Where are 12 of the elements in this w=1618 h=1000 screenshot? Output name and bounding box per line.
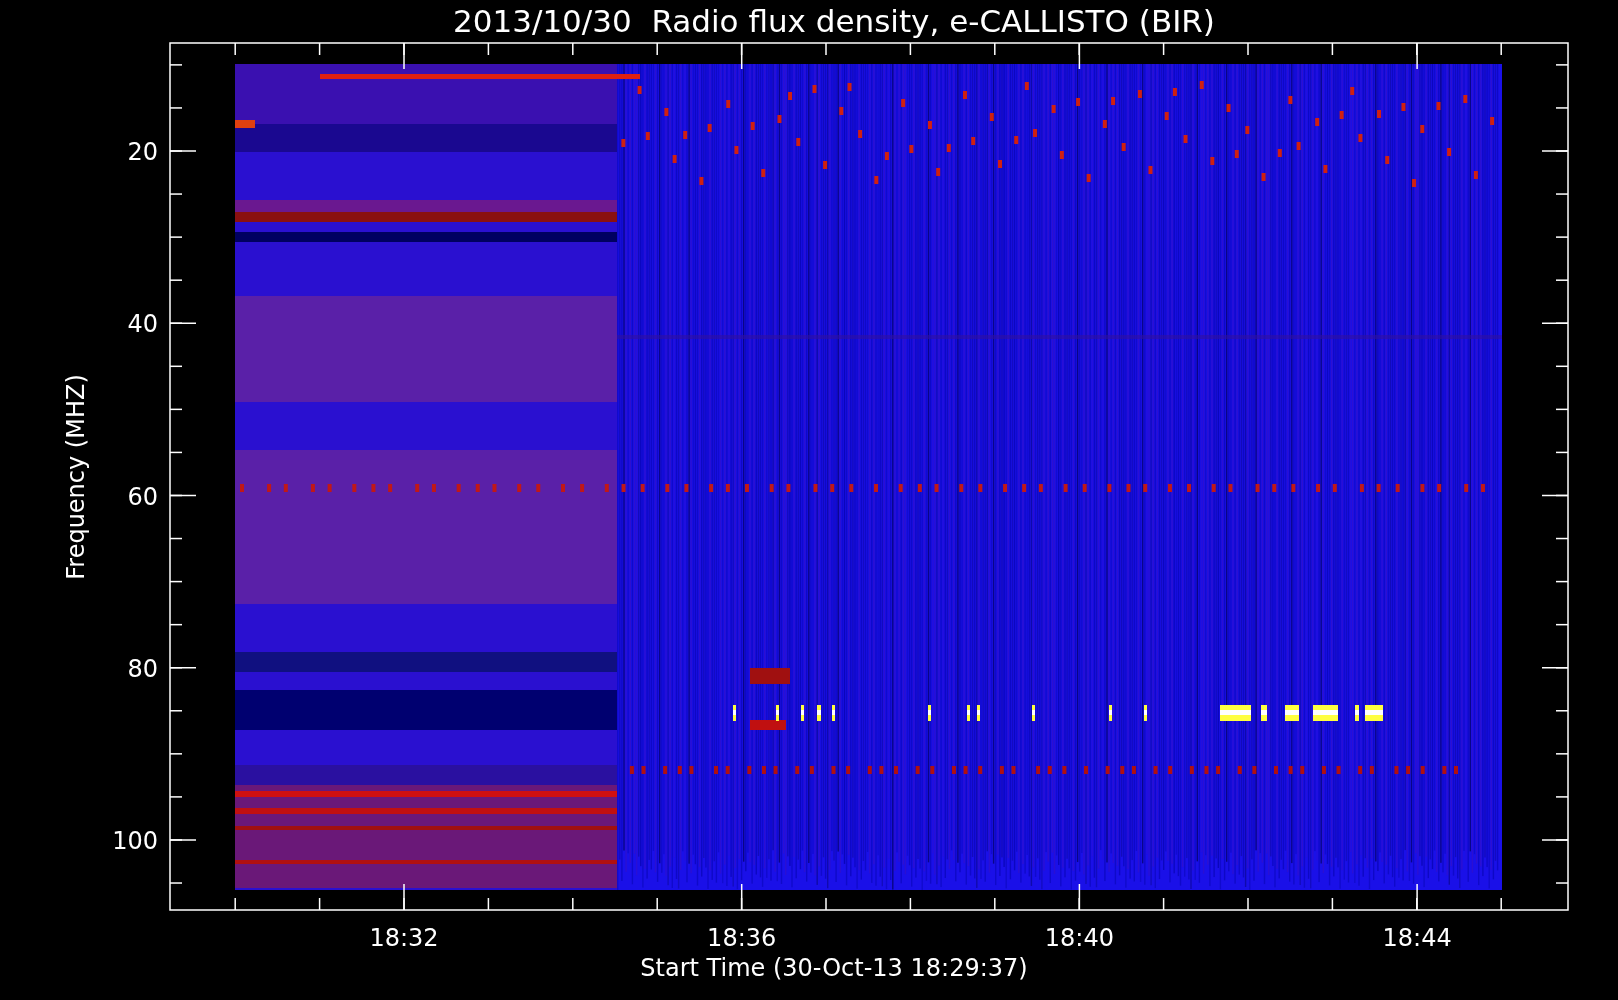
tick-label: 60 xyxy=(127,482,158,511)
tick-label: 18:32 xyxy=(369,924,439,952)
axis-label: Start Time (30-Oct-13 18:29:37) xyxy=(640,954,1028,982)
axis-label: Frequency (MHZ) xyxy=(62,374,90,580)
tick-label: 20 xyxy=(127,138,158,166)
tick-label: 18:44 xyxy=(1382,924,1452,952)
tick-label: 80 xyxy=(127,654,158,683)
tick-label: 40 xyxy=(127,310,158,339)
plot-title: 2013/10/30 Radio flux density, e-CALLISTO (BIR) xyxy=(453,3,1215,39)
tick-label: 18:36 xyxy=(707,924,777,952)
tick-label: 18:40 xyxy=(1044,924,1114,952)
tick-label: 100 xyxy=(112,827,158,855)
